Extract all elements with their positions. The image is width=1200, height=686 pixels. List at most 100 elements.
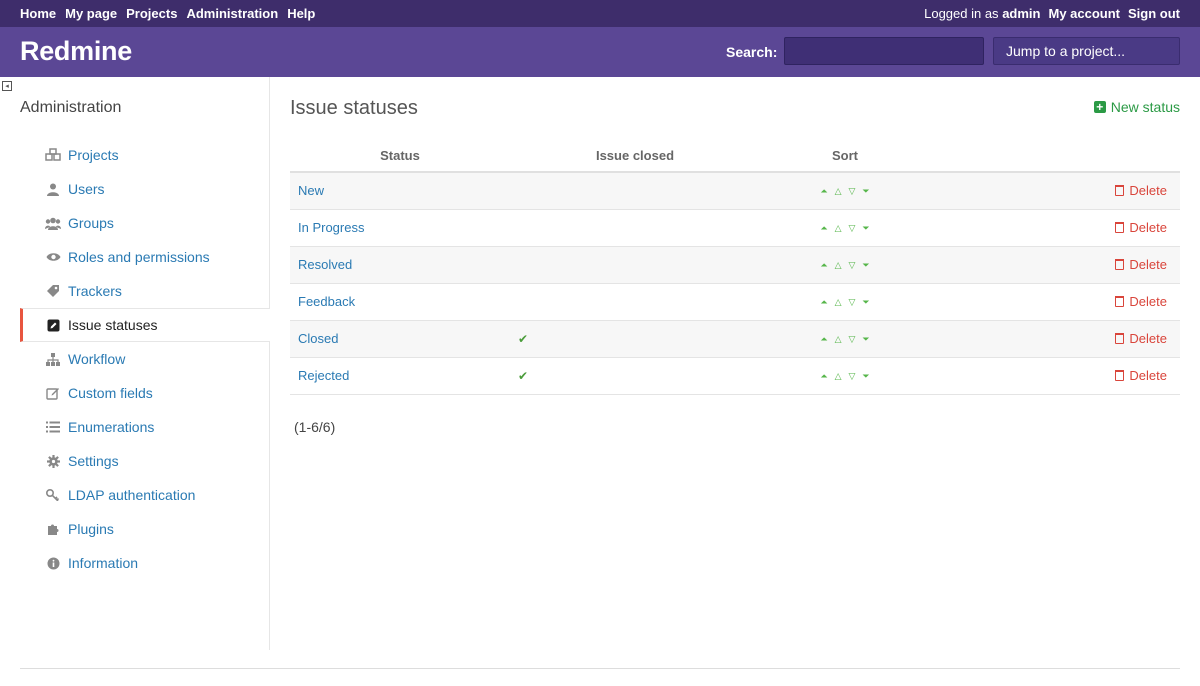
delete-cell: Delete — [930, 320, 1180, 358]
trash-icon — [1115, 295, 1125, 307]
status-name-link[interactable]: Resolved — [290, 246, 510, 284]
puzzle-icon — [45, 521, 61, 537]
delete-label: Delete — [1129, 367, 1167, 383]
issue-closed-cell — [510, 283, 760, 321]
sign-out-link[interactable]: Sign out — [1128, 6, 1180, 21]
sidebar-item-groups[interactable]: Groups — [20, 206, 270, 240]
move-up-icon[interactable]: △ — [835, 186, 842, 197]
move-to-bottom-icon[interactable]: ⏷ — [862, 260, 869, 271]
sidebar-item-information[interactable]: Information — [20, 546, 270, 580]
top-menu-left: Home My page Projects Administration Hel… — [20, 6, 315, 21]
sidebar: ◂ Administration Projects Users Groups R… — [0, 77, 270, 650]
move-to-top-icon[interactable]: ⏶ — [820, 223, 827, 234]
top-menu-help-link[interactable]: Help — [287, 6, 315, 21]
sidebar-item-label: Groups — [68, 215, 114, 231]
table-row: Rejected ✔ ⏶ △ ▽ ⏷ Delete — [290, 357, 1180, 395]
sidebar-item-custom-fields[interactable]: Custom fields — [20, 376, 270, 410]
column-header-actions — [930, 139, 1180, 173]
sidebar-item-roles-and-permissions[interactable]: Roles and permissions — [20, 240, 270, 274]
sidebar-item-issue-statuses[interactable]: Issue statuses — [20, 308, 270, 342]
move-up-icon[interactable]: △ — [835, 334, 842, 345]
delete-link[interactable]: Delete — [1115, 368, 1167, 383]
move-to-top-icon[interactable]: ⏶ — [820, 334, 827, 345]
status-name-link[interactable]: Feedback — [290, 283, 510, 321]
header: Redmine Search: Jump to a project... — [0, 27, 1200, 77]
sidebar-item-workflow[interactable]: Workflow — [20, 342, 270, 376]
pagination-count: (1-6/6) — [294, 419, 336, 435]
footer-divider — [20, 668, 1180, 669]
top-menu: Home My page Projects Administration Hel… — [0, 0, 1200, 27]
delete-link[interactable]: Delete — [1115, 331, 1167, 346]
delete-cell: Delete — [930, 357, 1180, 395]
page-title: Issue statuses — [290, 97, 418, 119]
table-row: Closed ✔ ⏶ △ ▽ ⏷ Delete — [290, 320, 1180, 358]
move-to-bottom-icon[interactable]: ⏷ — [862, 297, 869, 308]
top-menu-my-page-link[interactable]: My page — [65, 6, 117, 21]
sidebar-item-plugins[interactable]: Plugins — [20, 512, 270, 546]
delete-link[interactable]: Delete — [1115, 257, 1167, 272]
edit-square-icon — [45, 317, 61, 333]
sidebar-item-label: Custom fields — [68, 385, 153, 401]
delete-link[interactable]: Delete — [1115, 220, 1167, 235]
status-name-link[interactable]: Rejected — [290, 357, 510, 395]
move-to-top-icon[interactable]: ⏶ — [820, 186, 827, 197]
status-name-link[interactable]: In Progress — [290, 209, 510, 247]
delete-cell: Delete — [930, 283, 1180, 321]
move-down-icon[interactable]: ▽ — [849, 334, 856, 345]
delete-link[interactable]: Delete — [1115, 294, 1167, 309]
pencil-icon — [45, 385, 61, 401]
user-icon — [45, 181, 61, 197]
sort-cell: ⏶ △ ▽ ⏷ — [760, 209, 930, 247]
sort-cell: ⏶ △ ▽ ⏷ — [760, 320, 930, 358]
delete-label: Delete — [1129, 256, 1167, 272]
move-to-top-icon[interactable]: ⏶ — [820, 371, 827, 382]
move-down-icon[interactable]: ▽ — [849, 186, 856, 197]
sidebar-item-enumerations[interactable]: Enumerations — [20, 410, 270, 444]
move-to-bottom-icon[interactable]: ⏷ — [862, 334, 869, 345]
move-down-icon[interactable]: ▽ — [849, 223, 856, 234]
delete-cell: Delete — [930, 209, 1180, 247]
delete-label: Delete — [1129, 219, 1167, 235]
status-name-link[interactable]: New — [290, 172, 510, 210]
logged-in-user-link[interactable]: admin — [1002, 6, 1040, 21]
sidebar-item-trackers[interactable]: Trackers — [20, 274, 270, 308]
move-to-top-icon[interactable]: ⏶ — [820, 260, 827, 271]
move-to-bottom-icon[interactable]: ⏷ — [862, 371, 869, 382]
new-status-link[interactable]: + New status — [1093, 99, 1180, 115]
delete-cell: Delete — [930, 246, 1180, 284]
tag-icon — [45, 283, 61, 299]
table-row: In Progress ⏶ △ ▽ ⏷ Delete — [290, 209, 1180, 247]
move-up-icon[interactable]: △ — [835, 260, 842, 271]
move-to-bottom-icon[interactable]: ⏷ — [862, 186, 869, 197]
sidebar-menu: Projects Users Groups Roles and permissi… — [20, 138, 270, 580]
sidebar-item-projects[interactable]: Projects — [20, 138, 270, 172]
my-account-link[interactable]: My account — [1048, 6, 1120, 21]
move-to-top-icon[interactable]: ⏶ — [820, 297, 827, 308]
list-icon — [45, 419, 61, 435]
sidebar-item-ldap-authentication[interactable]: LDAP authentication — [20, 478, 270, 512]
trash-icon — [1115, 258, 1125, 270]
issue-closed-cell: ✔ — [510, 320, 760, 358]
move-down-icon[interactable]: ▽ — [849, 371, 856, 382]
top-menu-projects-link[interactable]: Projects — [126, 6, 177, 21]
sidebar-item-label: Trackers — [68, 283, 122, 299]
sidebar-item-settings[interactable]: Settings — [20, 444, 270, 478]
move-down-icon[interactable]: ▽ — [849, 297, 856, 308]
move-to-bottom-icon[interactable]: ⏷ — [862, 223, 869, 234]
move-down-icon[interactable]: ▽ — [849, 260, 856, 271]
delete-link[interactable]: Delete — [1115, 183, 1167, 198]
top-menu-home-link[interactable]: Home — [20, 6, 56, 21]
sidebar-item-users[interactable]: Users — [20, 172, 270, 206]
move-up-icon[interactable]: △ — [835, 371, 842, 382]
move-up-icon[interactable]: △ — [835, 297, 842, 308]
table-row: New ⏶ △ ▽ ⏷ Delete — [290, 172, 1180, 210]
move-up-icon[interactable]: △ — [835, 223, 842, 234]
top-menu-administration-link[interactable]: Administration — [186, 6, 278, 21]
status-name-link[interactable]: Closed — [290, 320, 510, 358]
search-input[interactable] — [784, 37, 984, 65]
delete-label: Delete — [1129, 182, 1167, 198]
sidebar-item-label: Settings — [68, 453, 119, 469]
jump-to-project-select[interactable]: Jump to a project... — [993, 37, 1180, 65]
sidebar-item-label: Roles and permissions — [68, 249, 210, 265]
sidebar-collapse-icon[interactable]: ◂ — [2, 81, 12, 91]
